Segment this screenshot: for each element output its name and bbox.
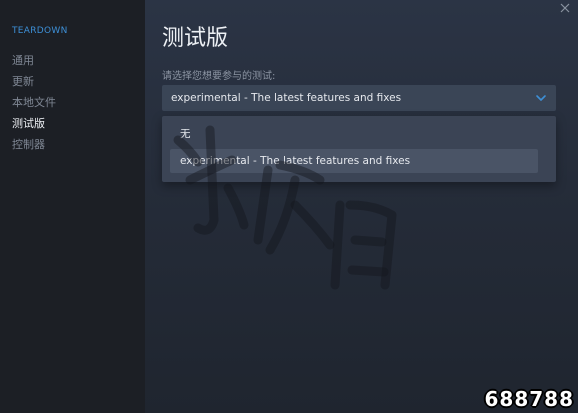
beta-select-value: experimental - The latest features and f…	[171, 92, 402, 104]
beta-prompt-label: 请选择您想要参与的测试:	[162, 71, 276, 82]
close-icon	[560, 3, 570, 13]
sidebar-item-general[interactable]: 通用	[12, 50, 56, 71]
dropdown-option-none[interactable]: 无	[170, 122, 538, 146]
page-title: 测试版	[162, 26, 229, 51]
sidebar-item-local-files[interactable]: 本地文件	[12, 92, 56, 113]
beta-dropdown-menu: 无 experimental - The latest features and…	[162, 116, 556, 182]
corner-logo: 688788	[484, 387, 574, 411]
beta-select[interactable]: experimental - The latest features and f…	[162, 85, 556, 111]
sidebar-item-betas[interactable]: 测试版	[12, 113, 56, 134]
main-panel: 测试版 请选择您想要参与的测试: experimental - The late…	[145, 0, 578, 413]
dropdown-option-experimental[interactable]: experimental - The latest features and f…	[170, 149, 538, 173]
game-title: TEARDOWN	[12, 26, 68, 36]
sidebar: TEARDOWN 通用 更新 本地文件 测试版 控制器	[0, 0, 145, 413]
chevron-down-icon	[536, 95, 546, 101]
close-button[interactable]	[558, 2, 572, 16]
sidebar-nav: 通用 更新 本地文件 测试版 控制器	[12, 50, 56, 155]
sidebar-item-updates[interactable]: 更新	[12, 71, 56, 92]
sidebar-item-controller[interactable]: 控制器	[12, 134, 56, 155]
